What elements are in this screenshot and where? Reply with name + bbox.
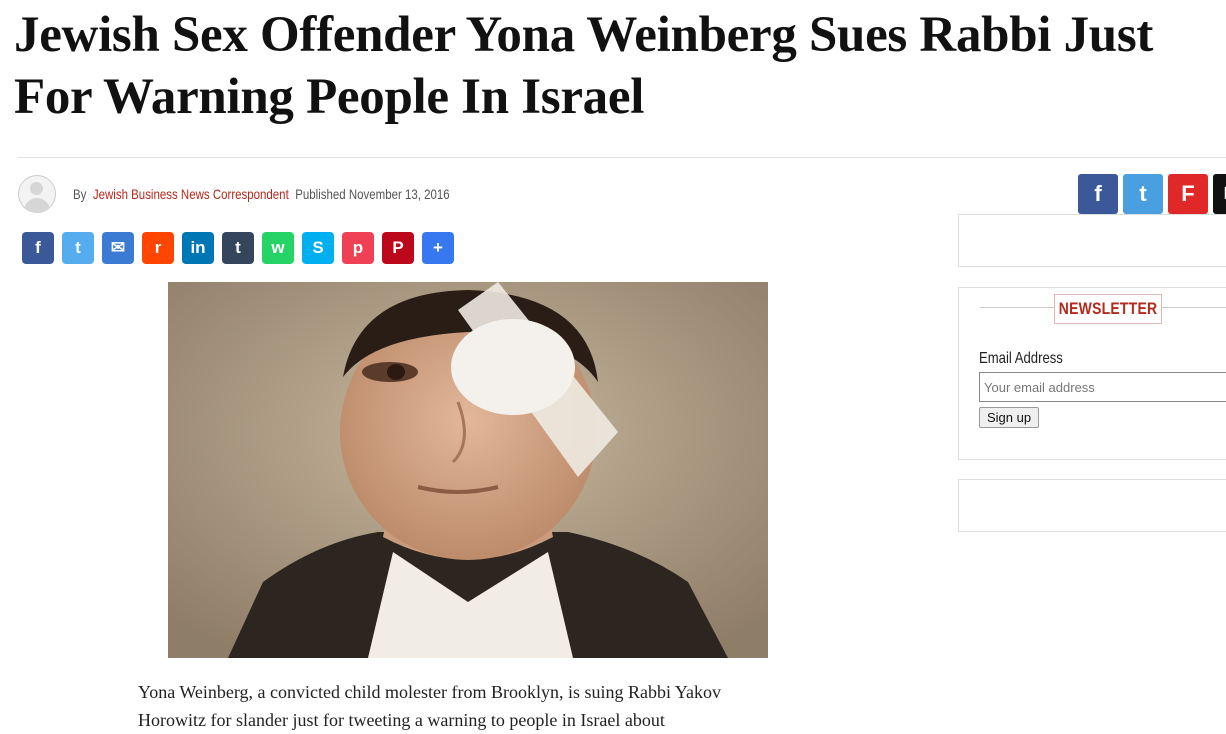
email-address-label: Email Address bbox=[979, 350, 1081, 368]
article-photo-image bbox=[168, 282, 768, 658]
reddit-share-button[interactable]: r bbox=[142, 232, 174, 264]
article-title: Jewish Sex Offender Yona Weinberg Sues R… bbox=[14, 4, 1226, 128]
twitter-share-button[interactable]: t bbox=[1123, 174, 1163, 214]
newsletter-title-text: NEWSLETTER bbox=[1058, 299, 1158, 318]
whatsapp-share-button[interactable]: w bbox=[262, 232, 294, 264]
share-buttons-row: f t ✉ r in t w Sp P + bbox=[22, 232, 454, 264]
pinterest-share-button[interactable]: P bbox=[382, 232, 414, 264]
facebook-icon: f bbox=[35, 238, 41, 257]
twitter-share-button[interactable]: t bbox=[62, 232, 94, 264]
article-title-line-2: For Warning People In Israel bbox=[14, 69, 645, 125]
newsletter-divider-right bbox=[1160, 307, 1226, 308]
flipboard-share-button[interactable]: F bbox=[1168, 174, 1208, 214]
author-link[interactable]: Jewish Business News Correspondent bbox=[93, 186, 289, 202]
newsletter-divider-left bbox=[980, 307, 1054, 308]
publish-date: November 13, 2016 bbox=[348, 186, 450, 202]
linkedin-share-button[interactable]: in bbox=[182, 232, 214, 264]
signup-button[interactable]: Sign up bbox=[979, 407, 1040, 428]
flipboard-icon: F bbox=[1181, 181, 1195, 206]
email-share-button[interactable]: ✉ bbox=[1213, 174, 1226, 214]
facebook-share-button[interactable]: f bbox=[1078, 174, 1118, 214]
facebook-icon: f bbox=[1094, 181, 1102, 206]
article-photo bbox=[168, 282, 768, 658]
add-share-icon: + bbox=[433, 238, 443, 257]
top-share-buttons: f t F ✉ bbox=[1078, 174, 1226, 214]
pinterest-icon: P bbox=[392, 238, 404, 257]
byline: By Jewish Business News Correspondent Pu… bbox=[18, 174, 532, 214]
tumblr-share-button[interactable]: t bbox=[222, 232, 254, 264]
published-label: Published bbox=[295, 186, 346, 202]
article-body: Yona Weinberg, a convicted child moleste… bbox=[138, 678, 788, 734]
skype-share-button[interactable]: S bbox=[302, 232, 334, 264]
whatsapp-icon: w bbox=[271, 238, 285, 257]
byline-by: By bbox=[73, 186, 87, 202]
linkedin-icon: in bbox=[190, 238, 206, 257]
add-share-share-button[interactable]: + bbox=[422, 232, 454, 264]
article-body-line-2: Horowitz for slander just for tweeting a… bbox=[138, 710, 665, 730]
facebook-share-button[interactable]: f bbox=[22, 232, 54, 264]
tumblr-icon: t bbox=[235, 238, 241, 257]
skype-icon: S bbox=[312, 238, 324, 257]
sidebar-widget-top bbox=[958, 214, 1226, 267]
sidebar-widget-bottom bbox=[958, 479, 1226, 532]
twitter-icon: t bbox=[1139, 181, 1147, 206]
reddit-icon: r bbox=[154, 238, 162, 257]
email-input[interactable] bbox=[979, 372, 1226, 402]
pocket-icon: p bbox=[352, 238, 364, 257]
email-share-button[interactable]: ✉ bbox=[102, 232, 134, 264]
article-body-line-1: Yona Weinberg, a convicted child moleste… bbox=[138, 682, 722, 702]
email-address-label-text: Email Address bbox=[979, 350, 1063, 367]
newsletter-title: NEWSLETTER bbox=[1054, 294, 1162, 324]
author-avatar[interactable] bbox=[18, 175, 56, 213]
pocket-share-button[interactable]: p bbox=[342, 232, 374, 264]
twitter-icon: t bbox=[75, 238, 81, 257]
article-title-line-1: Jewish Sex Offender Yona Weinberg Sues R… bbox=[14, 7, 1154, 63]
email-icon: ✉ bbox=[110, 238, 126, 257]
title-divider bbox=[18, 157, 1226, 158]
